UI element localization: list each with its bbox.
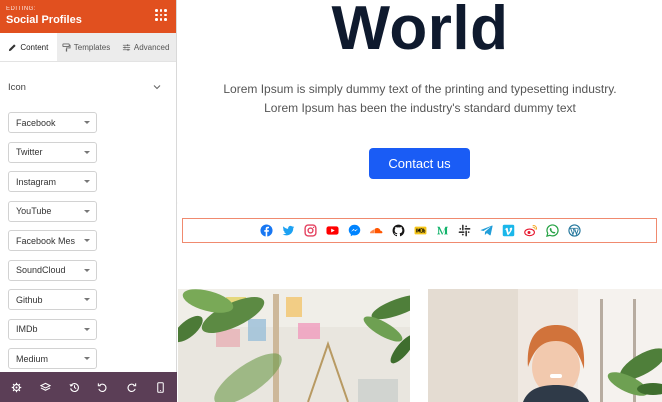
editor-sidebar: EDITING: Social Profiles Content Templat… bbox=[0, 0, 177, 402]
instagram-icon[interactable] bbox=[303, 223, 319, 239]
page-root: EDITING: Social Profiles Content Templat… bbox=[0, 0, 662, 402]
tab-advanced[interactable]: Advanced bbox=[115, 33, 176, 61]
chevron-down-icon bbox=[153, 85, 161, 90]
icon-select-github[interactable]: Github bbox=[8, 289, 97, 310]
caret-down-icon bbox=[84, 150, 90, 154]
icon-select-list: Facebook Twitter Instagram YouTube Faceb… bbox=[8, 112, 168, 369]
pencil-icon bbox=[9, 43, 16, 51]
messenger-icon[interactable] bbox=[347, 223, 363, 239]
medium-icon[interactable] bbox=[435, 223, 451, 239]
tab-label: Templates bbox=[73, 42, 111, 52]
tab-label: Content bbox=[20, 42, 49, 52]
whatsapp-icon[interactable] bbox=[545, 223, 561, 239]
select-value: YouTube bbox=[16, 206, 52, 216]
caret-down-icon bbox=[84, 357, 90, 360]
slack-icon[interactable] bbox=[457, 223, 473, 239]
select-value: Github bbox=[16, 294, 43, 305]
select-value: Facebook bbox=[16, 117, 56, 128]
contact-us-button[interactable]: Contact us bbox=[369, 148, 470, 179]
soundcloud-icon[interactable] bbox=[369, 223, 385, 239]
hero-text-line: Lorem Ipsum is simply dummy text of the … bbox=[223, 82, 617, 96]
icon-select-facebook[interactable]: Facebook bbox=[8, 112, 97, 133]
history-icon bbox=[69, 382, 79, 392]
icon-select-medium[interactable]: Medium bbox=[8, 348, 97, 369]
person-photo-image bbox=[428, 289, 662, 402]
paint-roller-icon bbox=[62, 42, 71, 52]
module-title: Social Profiles bbox=[6, 14, 82, 26]
mobile-preview-button[interactable] bbox=[153, 379, 169, 395]
select-value: SoundCloud bbox=[16, 265, 66, 275]
section-header-icon[interactable]: Icon bbox=[8, 62, 168, 112]
select-value: Twitter bbox=[16, 147, 43, 157]
github-icon[interactable] bbox=[391, 223, 407, 239]
hero-text: Lorem Ipsum is simply dummy text of the … bbox=[178, 80, 662, 118]
hero-heading: World bbox=[331, 0, 509, 63]
select-value: IMDb bbox=[16, 324, 38, 334]
undo-button[interactable] bbox=[95, 379, 111, 395]
caret-down-icon bbox=[84, 298, 90, 301]
photo-workspace bbox=[178, 289, 410, 402]
caret-down-icon bbox=[84, 327, 90, 331]
select-value: Instagram bbox=[16, 176, 57, 187]
history-button[interactable] bbox=[66, 379, 82, 395]
facebook-icon[interactable] bbox=[259, 223, 275, 239]
caret-down-icon bbox=[84, 268, 90, 272]
youtube-icon[interactable] bbox=[325, 223, 341, 239]
layers-icon bbox=[39, 382, 51, 391]
icon-select-instagram[interactable]: Instagram bbox=[8, 171, 97, 192]
caret-down-icon bbox=[84, 180, 90, 183]
twitter-icon[interactable] bbox=[281, 223, 297, 239]
sidebar-tabs: Content Templates Advanced bbox=[0, 33, 176, 62]
icon-select-twitter[interactable]: Twitter bbox=[8, 141, 97, 163]
hero-text-line: Lorem Ipsum has been the industry's stan… bbox=[264, 101, 576, 115]
undo-icon bbox=[98, 382, 107, 392]
sidebar-footer bbox=[0, 372, 177, 402]
vimeo-icon[interactable] bbox=[501, 223, 517, 239]
tab-label: Advanced bbox=[133, 42, 170, 52]
grip-icon[interactable] bbox=[155, 9, 167, 21]
caret-down-icon bbox=[84, 121, 90, 124]
icon-select-soundcloud[interactable]: SoundCloud bbox=[8, 259, 97, 281]
editing-label: EDITING: bbox=[6, 6, 37, 12]
tab-templates[interactable]: Templates bbox=[57, 33, 116, 61]
sliders-icon bbox=[122, 43, 130, 51]
page-preview: World Lorem Ipsum is simply dummy text o… bbox=[178, 0, 662, 402]
caret-down-icon bbox=[84, 239, 90, 242]
section-title: Icon bbox=[8, 81, 26, 93]
icon-select-youtube[interactable]: YouTube bbox=[8, 200, 97, 222]
layers-button[interactable] bbox=[37, 379, 53, 395]
weibo-icon[interactable] bbox=[523, 223, 539, 239]
icon-section: Icon Facebook Twitter Instagram YouTube … bbox=[0, 62, 176, 369]
icon-select-imdb[interactable]: IMDb bbox=[8, 318, 97, 340]
caret-down-icon bbox=[84, 209, 90, 213]
telegram-icon[interactable] bbox=[479, 223, 495, 239]
gear-icon bbox=[11, 382, 22, 392]
imdb-icon[interactable] bbox=[413, 223, 429, 239]
sidebar-header: EDITING: Social Profiles bbox=[0, 0, 176, 33]
mobile-icon bbox=[157, 381, 164, 393]
workspace-photo-image bbox=[178, 289, 410, 402]
redo-button[interactable] bbox=[124, 379, 140, 395]
redo-icon bbox=[127, 382, 137, 392]
photo-person bbox=[428, 289, 662, 402]
select-value: Medium bbox=[16, 353, 49, 364]
wordpress-icon[interactable] bbox=[567, 223, 583, 239]
select-value: Facebook Mes bbox=[16, 235, 76, 246]
settings-button[interactable] bbox=[8, 379, 24, 395]
tab-content[interactable]: Content bbox=[0, 33, 57, 61]
social-profiles-bar[interactable] bbox=[182, 218, 657, 243]
icon-select-messenger[interactable]: Facebook Mes bbox=[8, 230, 97, 251]
